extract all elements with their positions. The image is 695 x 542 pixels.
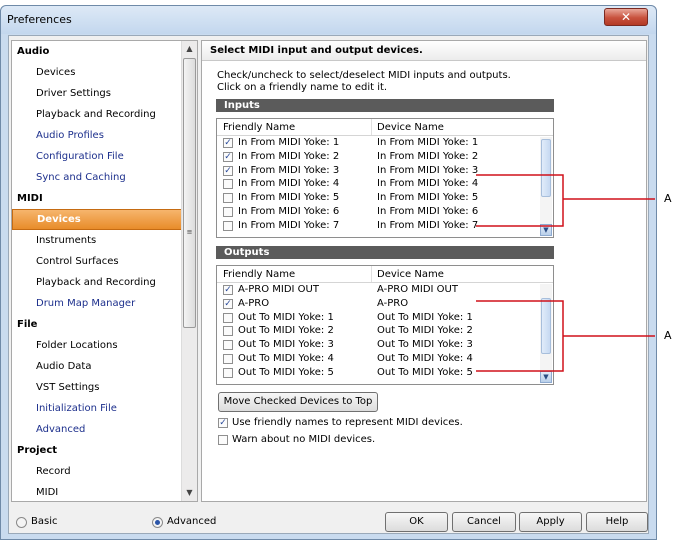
callout-lines (476, 174, 655, 372)
inputs-callout-label: A (664, 192, 672, 205)
outputs-callout-label: A (664, 329, 672, 342)
outputs-callout-bracket (476, 300, 655, 372)
inputs-callout-bracket (476, 174, 655, 227)
